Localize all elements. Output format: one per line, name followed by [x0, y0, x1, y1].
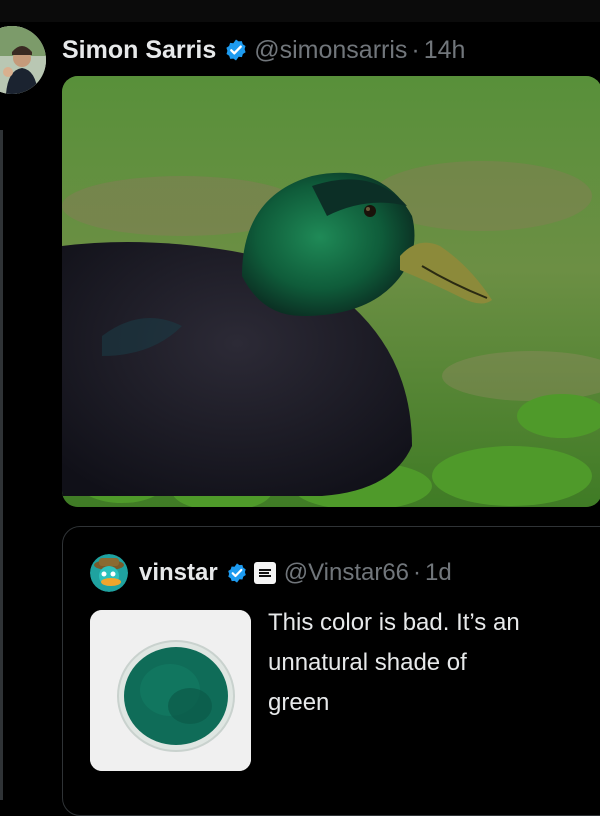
- separator-dot: ·: [413, 559, 422, 586]
- post-image[interactable]: [62, 76, 600, 507]
- quote-author-handle[interactable]: @Vinstar66: [284, 559, 409, 587]
- quote-header: vinstar @Vinstar66 · 1d: [139, 553, 452, 593]
- quote-author-avatar[interactable]: [90, 554, 128, 592]
- thread-line: [0, 130, 3, 800]
- affiliate-badge-icon[interactable]: [253, 562, 276, 584]
- quoted-tweet[interactable]: vinstar @Vinstar66 · 1d This color is ba…: [62, 526, 600, 816]
- author-handle[interactable]: @simonsarris: [254, 36, 407, 65]
- duck-photo-icon: [62, 76, 600, 507]
- quote-image[interactable]: [90, 610, 251, 771]
- profile-photo-icon: [0, 26, 46, 94]
- top-bar: [0, 0, 600, 22]
- verified-badge-icon: [227, 563, 246, 583]
- cartoon-avatar-icon: [90, 554, 128, 592]
- separator-dot: ·: [411, 35, 420, 64]
- post-time[interactable]: 14h: [424, 36, 466, 65]
- quote-author-name[interactable]: vinstar: [139, 559, 218, 587]
- author-name[interactable]: Simon Sarris: [62, 36, 216, 65]
- quote-time[interactable]: 1d: [425, 559, 452, 587]
- author-avatar[interactable]: [0, 26, 46, 94]
- green-pigment-dish-icon: [90, 610, 251, 771]
- verified-badge-icon: [226, 39, 246, 61]
- quote-text: This color is bad. It’s an unnatural sha…: [268, 609, 520, 716]
- tweet-header: Simon Sarris @simonsarris · 14h: [62, 30, 465, 70]
